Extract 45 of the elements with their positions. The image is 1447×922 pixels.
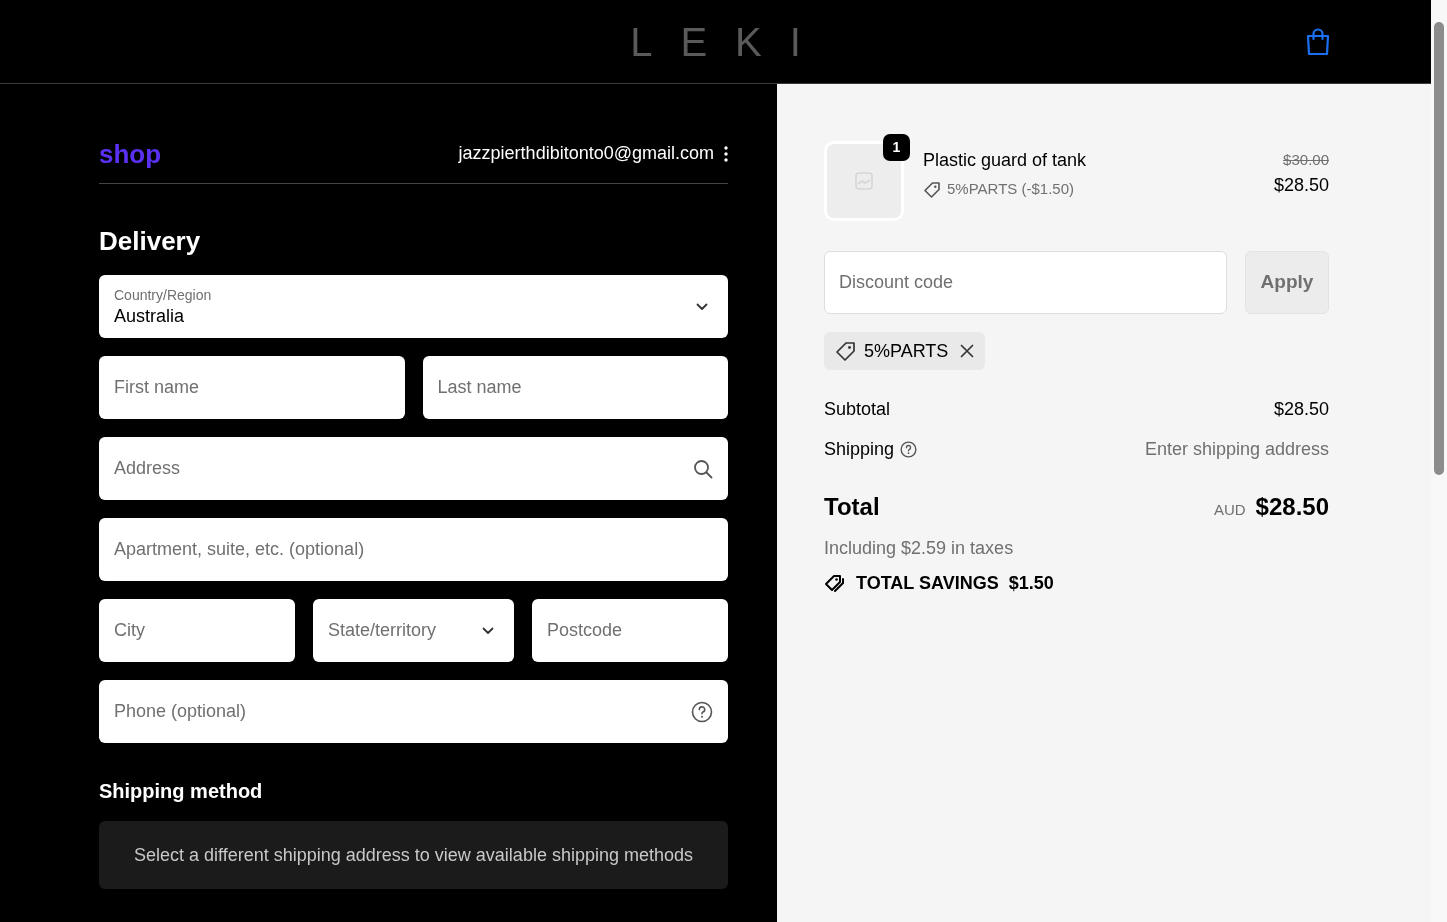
total-label: Total <box>824 492 880 522</box>
field-value: Australia <box>114 304 186 328</box>
currency-code: AUD <box>1213 500 1246 520</box>
country-select[interactable]: Country/Region Australia <box>99 275 728 338</box>
tag-icon <box>923 180 941 199</box>
discount-code-field[interactable]: Discount code <box>824 251 1227 314</box>
search-icon[interactable] <box>693 458 713 479</box>
chevron-down-icon <box>482 626 494 635</box>
close-icon[interactable] <box>960 344 975 358</box>
tax-note: Including $2.59 in taxes <box>824 537 1015 560</box>
shopping-bag-icon[interactable] <box>1305 26 1331 57</box>
chevron-down-icon <box>696 302 708 311</box>
total-amount: $28.50 <box>1255 492 1329 522</box>
state-select[interactable]: State/territory <box>313 599 514 662</box>
field-label: Country/Region <box>114 285 212 304</box>
notice-text: Select a different shipping address to view available shipping methods <box>134 843 693 867</box>
summary-value: $28.50 <box>1273 398 1329 421</box>
summary-label: Shipping <box>824 438 895 461</box>
account-email: jazzpierthdibitonto0@gmail.com <box>458 142 714 165</box>
summary-value: Enter shipping address <box>1144 438 1329 461</box>
original-price: $30.00 <box>1283 150 1329 171</box>
shop-logo[interactable]: shop <box>99 140 162 167</box>
text-field[interactable]: Last name <box>422 356 728 419</box>
section-heading: Shipping method <box>99 779 264 804</box>
savings-label: TOTAL SAVINGS <box>856 572 999 595</box>
help-icon[interactable] <box>691 700 713 723</box>
tags-icon <box>824 573 846 594</box>
quantity-badge: 1 <box>883 134 910 161</box>
more-options-icon[interactable] <box>724 145 728 162</box>
discount-code: 5%PARTS <box>864 339 949 363</box>
section-heading: Delivery <box>99 225 202 258</box>
store-logo[interactable]: LEKI <box>602 21 829 62</box>
field-placeholder: State/territory <box>328 619 437 642</box>
text-field[interactable]: First name <box>99 356 405 419</box>
text-field[interactable]: Postcode <box>532 599 728 662</box>
help-icon[interactable] <box>900 441 918 458</box>
savings-amount: $1.50 <box>1008 572 1054 595</box>
discount-note: 5%PARTS (-$1.50) <box>947 179 1074 200</box>
summary-label: Subtotal <box>824 398 891 421</box>
product-name: Plastic guard of tank <box>923 149 1088 173</box>
apply-button[interactable]: Apply <box>1245 251 1329 314</box>
product-price: $28.50 <box>1273 173 1329 197</box>
text-field[interactable]: Apartment, suite, etc. (optional) <box>99 518 728 581</box>
text-field[interactable]: City <box>99 599 295 662</box>
tag-icon <box>835 340 856 362</box>
